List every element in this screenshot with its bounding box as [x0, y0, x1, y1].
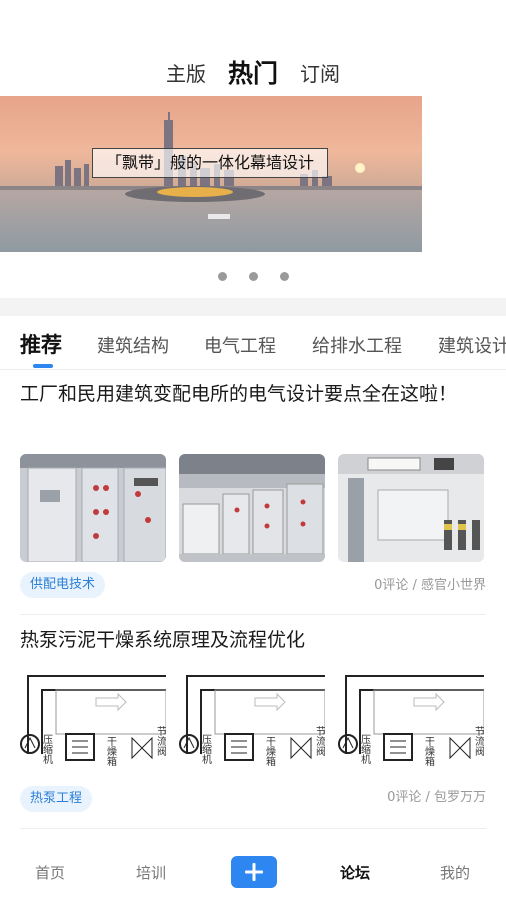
diagram-label-throttle-valve: 节流阀 [155, 726, 167, 757]
section-separator [0, 298, 506, 316]
divider [20, 614, 486, 615]
diagram-label-dryer: 干燥箱 [264, 736, 276, 767]
category-tab-plumbing[interactable]: 给排水工程 [312, 332, 402, 358]
carousel-dot[interactable] [279, 272, 289, 281]
article-thumbnail[interactable]: 压缩机 干燥箱 节流阀 [338, 668, 484, 776]
category-tab-electrical[interactable]: 电气工程 [204, 332, 276, 358]
category-tab-recommended[interactable]: 推荐 [20, 329, 62, 359]
nav-home[interactable]: 首页 [35, 862, 65, 883]
article-tag[interactable]: 供配电技术 [20, 572, 106, 598]
article-meta: 0评论 / 包罗万万 [387, 790, 486, 805]
banner-caption: 「飘带」般的一体化幕墙设计 [92, 148, 328, 178]
article-thumbnail[interactable]: 压缩机 干燥箱 节流阀 [179, 668, 325, 776]
banner-carousel[interactable]: 「飘带」般的一体化幕墙设计 [0, 96, 422, 252]
article-card[interactable]: 热泵污泥干燥系统原理及流程优化 压缩机 干燥箱 节流阀 压缩机 干燥箱 节流阀 … [20, 624, 486, 824]
divider [20, 828, 486, 829]
article-thumbnail[interactable]: 压缩机 干燥箱 节流阀 [20, 668, 166, 776]
nav-mine[interactable]: 我的 [440, 862, 470, 883]
article-thumbnail[interactable] [338, 454, 484, 562]
diagram-label-compressor: 压缩机 [359, 734, 371, 765]
diagram-label-compressor: 压缩机 [41, 734, 53, 765]
article-thumbnail[interactable] [20, 454, 166, 562]
carousel-dot[interactable] [248, 272, 258, 281]
carousel-dot[interactable] [217, 272, 227, 281]
diagram-label-compressor: 压缩机 [200, 734, 212, 765]
diagram-label-dryer: 干燥箱 [423, 736, 435, 767]
article-tag[interactable]: 热泵工程 [20, 786, 93, 812]
tab-main[interactable]: 主版 [166, 60, 206, 88]
post-button[interactable] [231, 856, 277, 888]
article-title[interactable]: 工厂和民用建筑变配电所的电气设计要点全在这啦！ [20, 378, 486, 410]
article-meta: 0评论 / 感官小世界 [374, 578, 486, 593]
category-tab-bar: 推荐 建筑结构 电气工程 给排水工程 建筑设计 [0, 318, 506, 370]
article-thumbnails: 压缩机 干燥箱 节流阀 压缩机 干燥箱 节流阀 压缩机 干燥箱 节流阀 [20, 668, 484, 776]
diagram-label-dryer: 干燥箱 [105, 736, 117, 767]
article-thumbnail[interactable] [179, 454, 325, 562]
diagram-label-throttle-valve: 节流阀 [473, 726, 485, 757]
category-tab-structure[interactable]: 建筑结构 [97, 332, 169, 358]
article-title[interactable]: 热泵污泥干燥系统原理及流程优化 [20, 624, 486, 656]
article-thumbnails [20, 454, 484, 562]
plus-icon [245, 863, 263, 881]
nav-forum[interactable]: 论坛 [340, 862, 370, 883]
carousel-indicator [0, 272, 506, 281]
active-tab-indicator [33, 364, 53, 368]
category-tab-architecture[interactable]: 建筑设计 [438, 332, 506, 358]
tab-subscribe[interactable]: 订阅 [300, 60, 340, 88]
tab-hot[interactable]: 热门 [228, 60, 278, 88]
article-card[interactable]: 工厂和民用建筑变配电所的电气设计要点全在这啦！ 供配电技术 0评论 / 感官小世… [20, 378, 486, 610]
nav-training[interactable]: 培训 [136, 862, 166, 883]
diagram-label-throttle-valve: 节流阀 [314, 726, 326, 757]
top-tab-bar: 主版 热门 订阅 [0, 48, 506, 88]
